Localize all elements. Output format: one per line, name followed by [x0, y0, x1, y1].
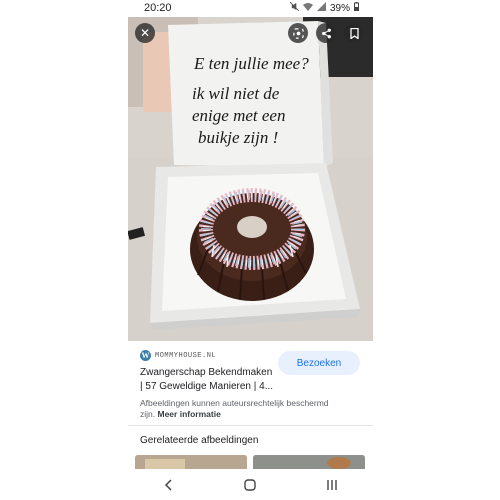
status-time: 20:20 [144, 2, 172, 14]
related-images-title: Gerelateerde afbeeldingen [140, 435, 259, 446]
close-icon[interactable]: ✕ [135, 23, 155, 43]
phone-screen: 20:20 39% E ten jullie mee? ik wil niet … [128, 0, 373, 500]
back-button[interactable] [154, 475, 184, 495]
disclaimer-line2: zijn. [140, 409, 156, 419]
disclaimer-line1: Afbeeldingen kunnen auteursrechtelijk be… [140, 398, 329, 408]
related-thumbnail[interactable] [135, 455, 247, 469]
result-title[interactable]: Zwangerschap Bekendmaken | 57 Geweldige … [140, 366, 280, 394]
lid-text-line4: buikje zijn ! [198, 128, 278, 147]
mute-icon [289, 1, 300, 14]
result-title-line2: | 57 Geweldige Manieren | 4... [140, 381, 274, 392]
home-button[interactable] [235, 475, 265, 495]
wordpress-icon: W [140, 350, 151, 361]
divider [128, 425, 373, 426]
result-title-line1: Zwangerschap Bekendmaken [140, 367, 273, 378]
bookmark-icon[interactable] [344, 23, 364, 43]
visit-button[interactable]: Bezoeken [278, 351, 360, 375]
copyright-disclaimer: Afbeeldingen kunnen auteursrechtelijk be… [140, 398, 360, 420]
signal-icon [316, 2, 326, 14]
share-icon[interactable] [316, 23, 336, 43]
result-image[interactable]: E ten jullie mee? ik wil niet de enige m… [128, 17, 373, 341]
source-name: MOMMYHOUSE.NL [155, 351, 217, 360]
lid-text-line1: E ten jullie mee? [193, 54, 309, 73]
lid-text-line3: enige met een [192, 106, 285, 125]
more-info-link[interactable]: Meer informatie [158, 409, 221, 419]
status-bar: 20:20 39% [128, 0, 373, 17]
battery-percent: 39% [329, 2, 350, 14]
lid-text-line2: ik wil niet de [192, 84, 280, 103]
wifi-icon [302, 2, 313, 14]
lens-icon[interactable] [288, 23, 308, 43]
status-icons: 39% [289, 1, 359, 14]
result-info: W MOMMYHOUSE.NL Zwangerschap Bekendmaken… [128, 341, 373, 425]
battery-icon [354, 2, 359, 14]
cake-box-photo: E ten jullie mee? ik wil niet de enige m… [128, 17, 373, 341]
navigation-bar [128, 470, 373, 500]
recents-button[interactable] [317, 475, 347, 495]
related-thumbnail[interactable] [253, 455, 365, 469]
source-row[interactable]: W MOMMYHOUSE.NL [140, 350, 216, 361]
